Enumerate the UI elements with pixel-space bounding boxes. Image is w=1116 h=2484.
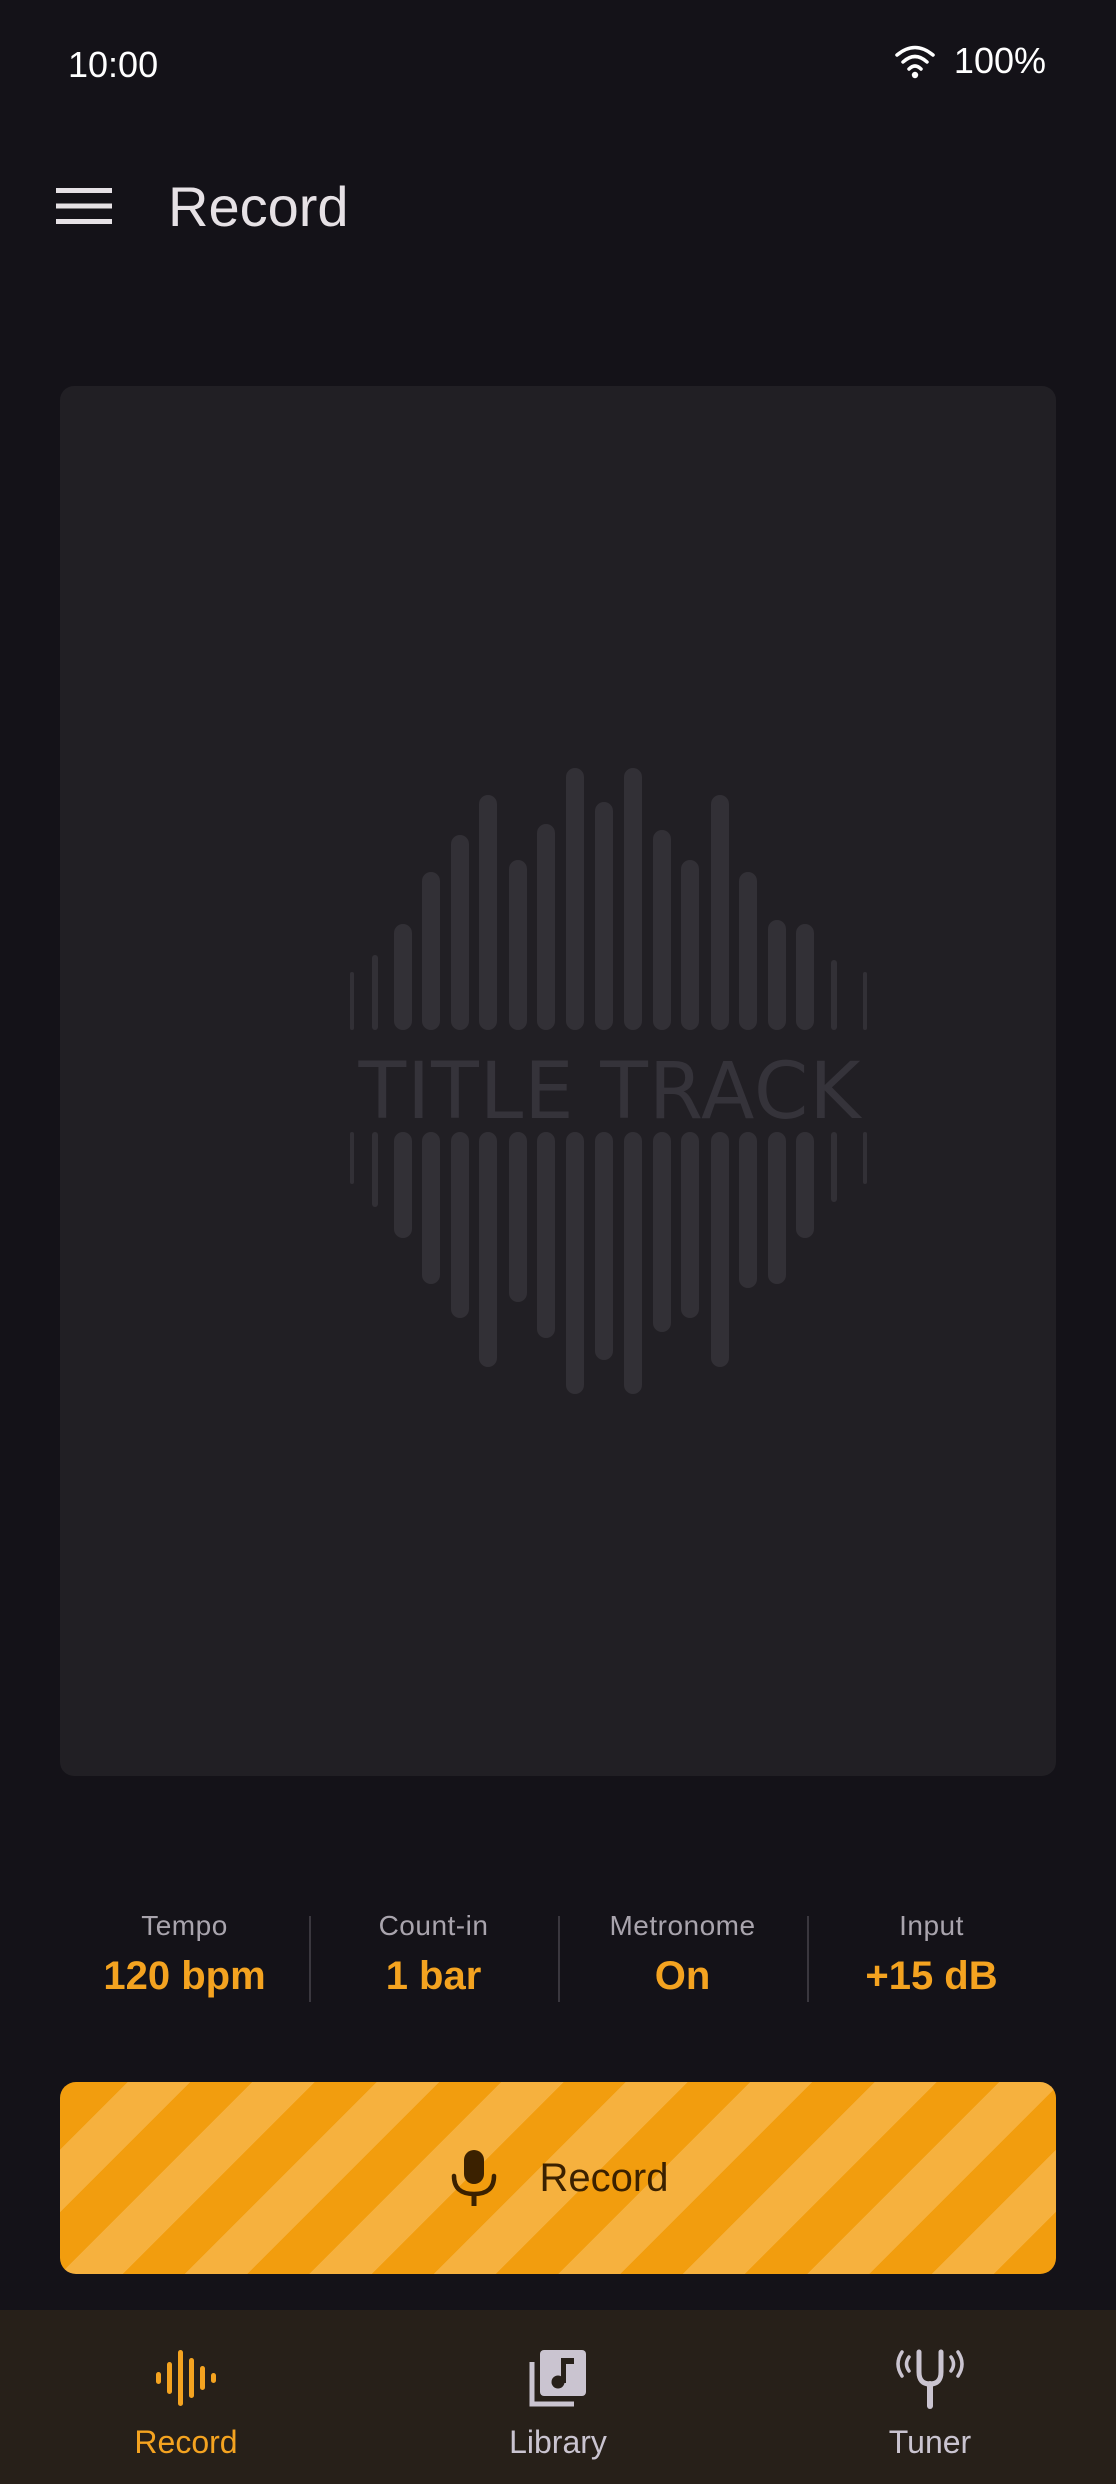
waveform-bar xyxy=(350,972,354,1030)
setting-count-in[interactable]: Count-in 1 bar xyxy=(309,1900,558,2010)
waveform-bar xyxy=(537,824,555,1030)
waveform-bar xyxy=(394,1132,412,1238)
waveform-bar xyxy=(479,795,497,1030)
waveform-bar xyxy=(509,1132,527,1302)
battery-level: 100% xyxy=(953,40,1046,81)
status-icons: 100% xyxy=(894,40,1046,82)
waveform-bar xyxy=(653,830,671,1030)
microphone-icon xyxy=(451,2150,496,2206)
bottom-navigation: Record Library Tuner xyxy=(0,2310,1116,2484)
waveform-bar xyxy=(509,860,527,1030)
waveform-bar xyxy=(624,1132,642,1394)
waveform-bar xyxy=(422,872,440,1030)
waveform-bar xyxy=(394,924,412,1030)
nav-label: Record xyxy=(134,2424,238,2460)
cover-title: TITLE TRACK xyxy=(357,1047,862,1137)
setting-label: Tempo xyxy=(141,1910,228,1941)
waveform-bar xyxy=(739,1132,757,1288)
tuning-fork-icon xyxy=(896,2349,964,2409)
waveform-bar xyxy=(372,955,378,1030)
waveform-bar xyxy=(451,835,469,1030)
setting-value: 120 bpm xyxy=(103,1954,266,1998)
waveform-bar xyxy=(595,1132,613,1360)
recording-settings: Tempo 120 bpm Count-in 1 bar Metronome O… xyxy=(60,1900,1056,2010)
app-bar: Record xyxy=(0,150,1116,262)
waveform-bar xyxy=(831,960,837,1030)
waveform-bar xyxy=(566,1132,584,1394)
waveform-bar xyxy=(863,1132,867,1184)
waveform-bar xyxy=(711,1132,729,1367)
waveform-bar xyxy=(479,1132,497,1367)
setting-input-gain[interactable]: Input +15 dB xyxy=(807,1900,1056,2010)
waveform-bar xyxy=(624,768,642,1030)
setting-tempo[interactable]: Tempo 120 bpm xyxy=(60,1900,309,2010)
waveform-bar xyxy=(681,1132,699,1318)
waveform-bar xyxy=(451,1132,469,1318)
waveform-bar xyxy=(566,768,584,1030)
waveform-bar xyxy=(796,924,814,1030)
waveform-artwork-icon: TITLE TRACK xyxy=(350,768,867,1394)
waveform-bar xyxy=(537,1132,555,1338)
waveform-bar xyxy=(711,795,729,1030)
nav-tuner[interactable]: Tuner xyxy=(744,2310,1116,2484)
waveform-bar xyxy=(768,1132,786,1284)
waveform-bar xyxy=(796,1132,814,1238)
status-time: 10:00 xyxy=(68,44,159,85)
nav-label: Tuner xyxy=(888,2424,972,2460)
setting-label: Count-in xyxy=(378,1910,489,1941)
menu-button[interactable] xyxy=(40,172,128,240)
waveform-icon xyxy=(156,2350,216,2406)
waveform-bar xyxy=(350,1132,354,1184)
waveform-bar xyxy=(422,1132,440,1284)
setting-value: 1 bar xyxy=(385,1954,482,1998)
waveform-bar xyxy=(739,872,757,1030)
waveform-bar xyxy=(372,1132,378,1207)
page-title: Record xyxy=(168,175,349,238)
setting-label: Metronome xyxy=(609,1910,756,1941)
hamburger-menu-icon xyxy=(56,188,112,224)
setting-label: Input xyxy=(899,1910,964,1941)
cover-art: TITLE TRACK xyxy=(350,766,870,1406)
setting-value: +15 dB xyxy=(865,1954,998,1998)
waveform-bar xyxy=(831,1132,837,1202)
cover-art-card[interactable]: TITLE TRACK xyxy=(60,386,1056,1776)
setting-metronome[interactable]: Metronome On xyxy=(558,1900,807,2010)
nav-record[interactable]: Record xyxy=(0,2310,372,2484)
waveform-bar xyxy=(768,920,786,1030)
waveform-bar xyxy=(595,802,613,1030)
waveform-bar xyxy=(681,860,699,1030)
waveform-bar xyxy=(653,1132,671,1332)
nav-label: Library xyxy=(509,2424,607,2460)
record-button-label: Record xyxy=(539,2155,669,2200)
music-library-icon xyxy=(529,2350,586,2407)
nav-library[interactable]: Library xyxy=(372,2310,744,2484)
waveform-bar xyxy=(863,972,867,1030)
setting-value: On xyxy=(654,1954,711,1998)
wifi-icon xyxy=(895,45,935,79)
record-button[interactable]: Record xyxy=(60,2082,1056,2274)
status-bar: 10:00 100% xyxy=(0,0,1116,130)
